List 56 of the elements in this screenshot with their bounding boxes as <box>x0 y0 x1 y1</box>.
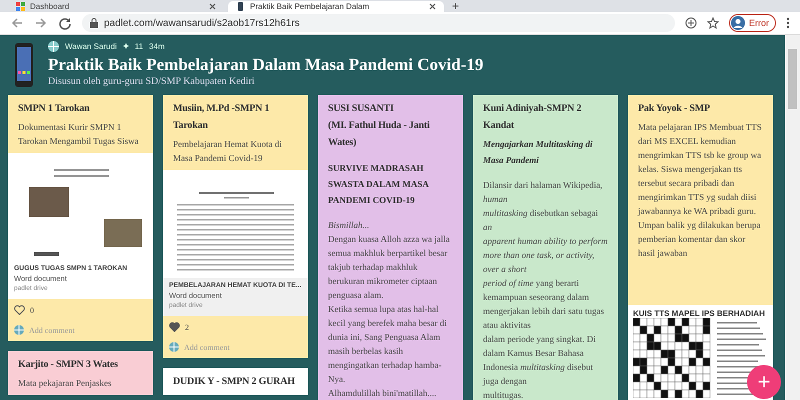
card-text: Dokumentasi Kurir SMPN 1 Tarokan Mengambil Tugas Siswa <box>18 121 140 148</box>
tab-title: Dashboard <box>30 1 70 12</box>
card-title: Pak Yoyok - SMP <box>638 102 711 116</box>
post-card[interactable]: DUDIK Y - SMPN 2 GURAH <box>163 368 308 395</box>
card-title: Karjito - SMPN 3 Wates <box>18 358 119 372</box>
board-title: Praktik Baik Pembelajaran Dalam Masa Pandemi Covid-19 <box>48 55 484 75</box>
avatar-icon <box>48 40 59 52</box>
star-icon <box>707 17 719 29</box>
add-circle-icon <box>685 17 697 29</box>
scrollbar[interactable] <box>785 35 800 400</box>
avatar-icon <box>731 16 745 30</box>
card-text: Bismillah... Dengan kuasa Alloh azza wa jalla semua makhluk berpartikel besar takjub terhadap makhluk berukuran mikrometer ciptaan penguasa alam. Ketika semua lupa atas hal-hal kecil yang berefek maha besar di dunia ini, Sang Penguasa Alam masih berbelas kasih mengingatkan terhadap hamba-Nya. Alhamdulillah bini'matillah.... <box>328 219 451 400</box>
profile-button[interactable]: Error <box>729 14 776 32</box>
phone-icon <box>14 43 34 87</box>
card-text: Mata pekajaran Penjaskes <box>18 377 112 390</box>
dashboard-icon <box>16 2 25 11</box>
like-count: 0 <box>30 306 34 314</box>
avatar-icon <box>169 342 179 352</box>
close-icon[interactable] <box>429 3 436 10</box>
heart-icon[interactable] <box>14 305 25 315</box>
forward-icon <box>34 16 48 30</box>
card-text: Pembelajaran Hemat Kuota di Masa Pandemi Covid-19 <box>173 138 283 165</box>
close-icon[interactable] <box>209 3 216 10</box>
browser-tab[interactable]: Dashboard <box>8 1 224 12</box>
address-bar[interactable]: padlet.com/wawansarudi/s2aob17rs12h61rs <box>82 14 675 32</box>
card-subtitle: Mengajarkan Multitasking di Masa Pandemi <box>483 138 594 167</box>
status-text: Error <box>749 18 769 28</box>
menu-icon[interactable] <box>786 17 790 29</box>
author-name[interactable]: Wawan Sarudi <box>65 42 117 50</box>
back-icon <box>10 16 24 30</box>
post-card[interactable]: Karjito - SMPN 3 Wates Mata pekajaran Penjaskes <box>8 351 153 395</box>
card-text: Dilansir dari halaman Wikipedia, human multitasking disebutkan sebagai an apparent human ability to perform more than one task, or activity, over a short period of time yang berarti kemampuan seseorang dalam mengerjakan lebih dari satu tugas atau aktivitas dalam periode yang singkat. Di dalam Kamus Besar Bahasa Indonesia multitasking disebut juga dengan multitugas. <box>483 179 608 400</box>
sparkle-icon <box>122 43 129 49</box>
new-tab-button[interactable]: + <box>448 1 464 12</box>
attachment-title: KUIS TTS MAPEL IPS BERHADIAH <box>633 309 766 318</box>
card-title: Musiin, M.Pd -SMPN 1 Tarokan <box>173 102 270 133</box>
phone-icon <box>236 2 245 11</box>
avatar-icon <box>14 325 24 335</box>
post-card[interactable] <box>628 95 773 400</box>
tab-title: Praktik Baik Pembelajaran Dalam <box>250 1 370 12</box>
card-title: DUDIK Y - SMPN 2 GURAH <box>173 375 296 389</box>
post-card[interactable] <box>473 95 618 400</box>
url-text: padlet.com/wawansarudi/s2aob17rs12h61rs <box>104 18 300 28</box>
browser-tab[interactable]: Praktik Baik Pembelajaran Dalam <box>228 1 444 12</box>
card-subtitle: SURVIVE MADRASAH SWASTA DALAM MASA PANDEMI COVID-19 <box>328 162 430 207</box>
like-count: 2 <box>185 322 189 332</box>
reload-icon <box>58 16 72 30</box>
card-text: Mata pelajaran IPS Membuat TTS dari MS EXCEL kemudian mengrimkan TTS tsb ke group wa kelas. Siswa mengerjakan tts tersebut secara pribadi dan mengirimkan TTS yg sudah diisi jawabannya ke WA pribadi guru. Umpan balik yg dilakukan berupa pemberian komentar dan skor hasil jawaban <box>638 121 763 260</box>
heart-icon[interactable] <box>169 322 180 332</box>
time-ago: 34m <box>149 42 165 50</box>
board-subtitle: Disusun oleh guru-guru SD/SMP Kabupaten Kediri <box>48 76 256 87</box>
card-title: SMPN 1 Tarokan <box>18 102 90 116</box>
lock-icon <box>90 18 98 28</box>
card-title: SUSI SUSANTI (MI. Fathul Huda - Janti Wates) <box>328 102 431 150</box>
card-title: Kuni Adiniyah-SMPN 2 Kandat <box>483 102 582 133</box>
like-count: 11 <box>134 42 144 50</box>
